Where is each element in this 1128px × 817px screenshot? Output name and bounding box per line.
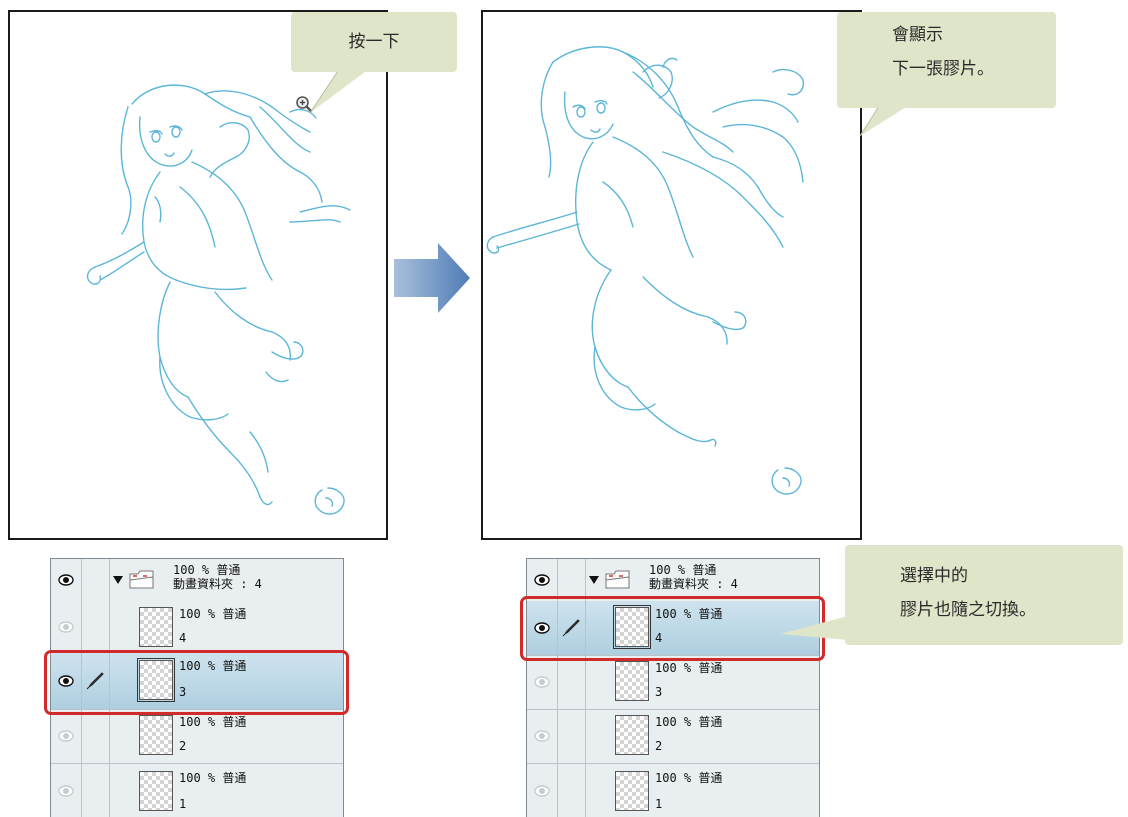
- layer-blend: 100 % 普通: [179, 771, 247, 785]
- eye-icon[interactable]: [58, 574, 74, 586]
- folder-icon: [605, 570, 630, 589]
- layer-name: 4: [179, 631, 187, 645]
- layer-name: 2: [655, 739, 663, 753]
- collapse-triangle-icon[interactable]: [589, 576, 599, 584]
- collapse-triangle-icon[interactable]: [113, 576, 123, 584]
- layer-blend: 100 % 普通: [655, 715, 723, 729]
- folder-icon: [129, 570, 154, 589]
- callout-next-frame-line2: 下一張膠片。: [892, 59, 994, 79]
- folder-name: 動畫資料夾 : 4: [649, 577, 738, 591]
- layer-blend: 100 % 普通: [179, 715, 247, 729]
- eye-icon[interactable]: [58, 621, 74, 633]
- layer-name: 1: [179, 797, 187, 811]
- layer-folder-row[interactable]: 100 % 普通 動畫資料夾 : 4: [527, 559, 819, 601]
- arrow-right-icon: [394, 243, 470, 313]
- eye-icon[interactable]: [534, 785, 550, 797]
- eye-icon[interactable]: [534, 730, 550, 742]
- callout-layer-switch-line2: 膠片也隨之切換。: [900, 600, 1036, 620]
- layer-row-3[interactable]: 100 % 普通 3: [527, 655, 819, 710]
- layer-row-4[interactable]: 100 % 普通 4: [51, 601, 343, 654]
- layer-thumbnail: [139, 771, 173, 811]
- eye-icon[interactable]: [58, 730, 74, 742]
- sketch-drawing-right: [486, 46, 805, 495]
- selection-highlight-left: [44, 650, 349, 715]
- layer-blend: 100 % 普通: [655, 661, 723, 675]
- callout-next-frame: 會顯示 下一張膠片。: [837, 12, 1056, 108]
- layer-thumbnail: [139, 715, 173, 755]
- eye-icon[interactable]: [534, 574, 550, 586]
- layer-name: 2: [179, 739, 187, 753]
- canvas-frame-right: [481, 10, 862, 540]
- layer-thumbnail: [139, 607, 173, 647]
- callout-next-frame-line1: 會顯示: [892, 25, 943, 45]
- layer-row-2[interactable]: 100 % 普通 2: [51, 709, 343, 764]
- callout-layer-switch: 選擇中的 膠片也隨之切換。: [845, 545, 1123, 645]
- layer-thumbnail: [615, 661, 649, 701]
- layer-thumbnail: [615, 771, 649, 811]
- layer-name: 3: [655, 685, 663, 699]
- eye-icon[interactable]: [534, 676, 550, 688]
- eye-icon[interactable]: [58, 785, 74, 797]
- layer-row-2[interactable]: 100 % 普通 2: [527, 709, 819, 764]
- layer-row-1[interactable]: 100 % 普通 1: [527, 763, 819, 817]
- callout-layer-switch-line1: 選擇中的: [900, 566, 968, 586]
- callout-click-text: 按一下: [348, 32, 400, 52]
- folder-blend: 100 % 普通: [173, 563, 241, 577]
- layer-name: 1: [655, 797, 663, 811]
- folder-blend: 100 % 普通: [649, 563, 717, 577]
- callout-click: 按一下: [291, 12, 457, 72]
- layer-row-1[interactable]: 100 % 普通 1: [51, 763, 343, 817]
- layer-blend: 100 % 普通: [655, 771, 723, 785]
- layer-folder-row[interactable]: 100 % 普通 動畫資料夾 : 4: [51, 559, 343, 601]
- layer-blend: 100 % 普通: [179, 607, 247, 621]
- folder-name: 動畫資料夾 : 4: [173, 577, 262, 591]
- layer-thumbnail: [615, 715, 649, 755]
